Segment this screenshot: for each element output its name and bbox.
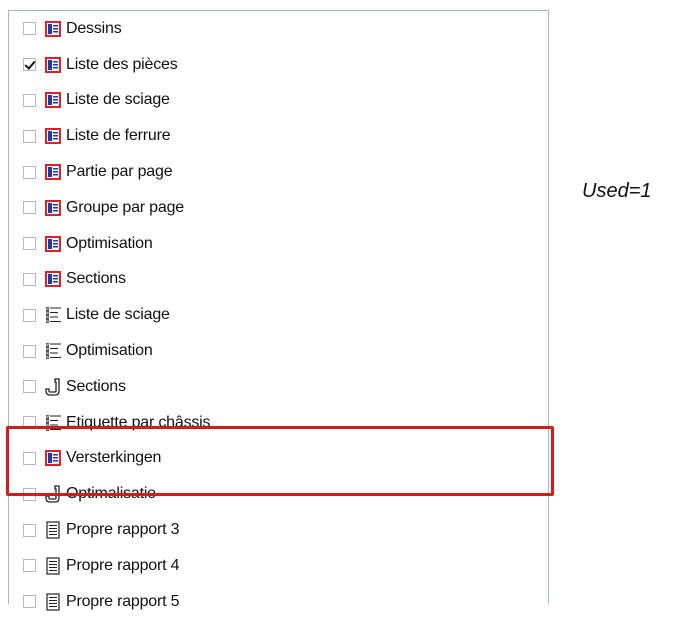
list-item[interactable]: Groupe par page: [9, 190, 548, 226]
document-lines-icon: [44, 557, 62, 575]
report-icon: [44, 127, 62, 145]
list-item-label: Liste de sciage: [66, 91, 170, 109]
checkbox[interactable]: [23, 344, 36, 358]
list-item-label: Versterkingen: [66, 449, 162, 467]
list-item-label: Propre rapport 4: [66, 556, 180, 574]
list-item[interactable]: Etiquette par châssis: [9, 405, 548, 441]
section-profile-icon: [44, 485, 62, 503]
list-item[interactable]: Liste de ferrure: [9, 118, 548, 154]
list-item[interactable]: Partie par page: [9, 154, 548, 190]
report-icon: [44, 235, 62, 253]
document-lines-icon: [44, 593, 62, 611]
checkbox[interactable]: [23, 487, 36, 501]
checkbox[interactable]: [23, 559, 36, 573]
list-item-label: Dessins: [66, 19, 122, 37]
list-item[interactable]: Optimisation: [9, 333, 548, 369]
list-item[interactable]: Propre rapport 4: [9, 548, 548, 584]
list-item[interactable]: Liste des pièces: [9, 47, 548, 83]
list-item-label: Liste de ferrure: [66, 127, 171, 145]
document-lines-icon: [44, 521, 62, 539]
checkbox[interactable]: [23, 201, 36, 215]
list-item-label: Groupe par page: [66, 198, 184, 216]
list-item-label: Sections: [66, 270, 126, 288]
list-item[interactable]: Propre rapport 5: [9, 584, 548, 620]
list-item-label: Liste des pièces: [66, 55, 178, 73]
checkbox[interactable]: [23, 165, 36, 179]
checkbox[interactable]: [23, 22, 36, 36]
list-tree-icon: [44, 414, 62, 432]
checkbox[interactable]: [23, 308, 36, 322]
report-icon: [44, 199, 62, 217]
checkbox[interactable]: [23, 380, 36, 394]
list-item-label: Propre rapport 3: [66, 521, 180, 539]
report-icon: [44, 20, 62, 38]
list-item[interactable]: Optimisation: [9, 226, 548, 262]
list-item-label: Etiquette par châssis: [66, 413, 211, 431]
checkbox[interactable]: [23, 129, 36, 143]
list-item[interactable]: Sections: [9, 262, 548, 298]
checkbox[interactable]: [23, 416, 36, 430]
checkbox[interactable]: [23, 523, 36, 537]
list-item-label: Liste de sciage: [66, 306, 170, 324]
list-item-label: Partie par page: [66, 163, 173, 181]
checkbox[interactable]: [23, 237, 36, 251]
report-icon: [44, 56, 62, 74]
list-item[interactable]: Dessins: [9, 11, 548, 47]
list-item[interactable]: Liste de sciage: [9, 83, 548, 119]
list-item-label: Optimisation: [66, 234, 153, 252]
list-item-label: Propre rapport 5: [66, 592, 180, 610]
list-item-label: Optimalisatie: [66, 485, 156, 503]
checkbox[interactable]: [23, 595, 36, 609]
checkbox[interactable]: [23, 272, 36, 286]
list-item-label: Optimisation: [66, 342, 153, 360]
list-item[interactable]: Optimalisatie: [9, 476, 548, 512]
report-list-rows: Dessins Liste des pièces Liste de sciage Li…: [9, 11, 548, 620]
list-item-label: Sections: [66, 377, 126, 395]
checkbox[interactable]: [23, 451, 36, 465]
list-tree-icon: [44, 306, 62, 324]
report-icon: [44, 449, 62, 467]
list-item[interactable]: Sections: [9, 369, 548, 405]
report-icon: [44, 163, 62, 181]
checkbox[interactable]: [23, 93, 36, 107]
report-icon: [44, 270, 62, 288]
checkbox-checked[interactable]: [23, 58, 36, 72]
report-icon: [44, 91, 62, 109]
section-profile-icon: [44, 378, 62, 396]
report-list[interactable]: Dessins Liste des pièces Liste de sciage Li…: [8, 10, 549, 611]
list-item[interactable]: Versterkingen: [9, 441, 548, 477]
used-note: Used=1: [582, 180, 652, 202]
list-item[interactable]: Liste de sciage: [9, 297, 548, 333]
list-tree-icon: [44, 342, 62, 360]
list-item[interactable]: Propre rapport 3: [9, 512, 548, 548]
